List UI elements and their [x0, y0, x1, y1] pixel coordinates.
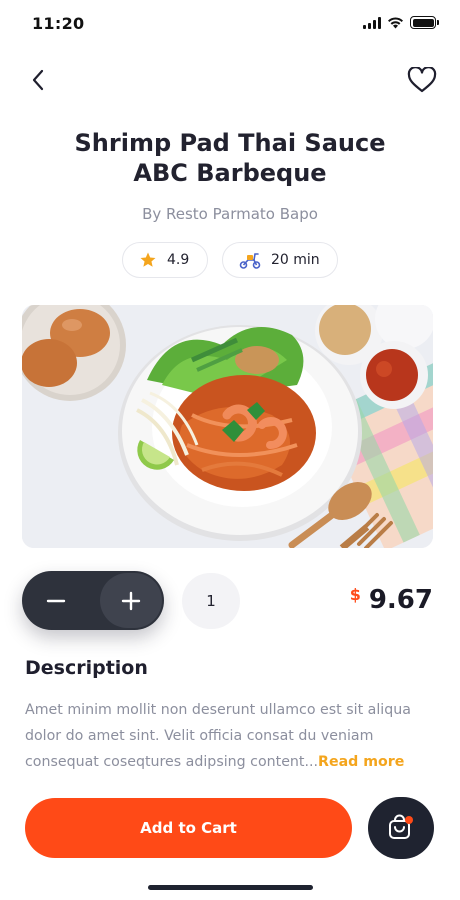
- restaurant-byline: By Resto Parmato Bapo: [142, 205, 318, 223]
- status-bar: 11:20: [0, 0, 460, 50]
- shopping-bag-icon: [389, 814, 413, 839]
- favorite-button[interactable]: [406, 64, 438, 96]
- price: $ 9.67: [350, 585, 433, 615]
- quantity-value: 1: [182, 573, 240, 629]
- cellular-signal-icon: [363, 16, 381, 29]
- battery-icon: [410, 16, 439, 29]
- quantity-stepper: [22, 571, 164, 630]
- product-title: Shrimp Pad Thai Sauce ABC Barbeque: [30, 128, 430, 188]
- product-title-line-2: ABC Barbeque: [133, 159, 327, 187]
- battery-fill: [412, 18, 434, 27]
- description-heading: Description: [25, 657, 148, 679]
- home-indicator[interactable]: [148, 885, 313, 890]
- read-more-link[interactable]: Read more: [318, 754, 404, 770]
- wifi-icon: [388, 17, 403, 29]
- food-photo: [22, 305, 433, 548]
- add-to-cart-button[interactable]: Add to Cart: [25, 798, 352, 858]
- rating-value: 4.9: [167, 252, 190, 268]
- scooter-icon: [239, 253, 261, 269]
- price-value: 9.67: [368, 585, 433, 615]
- plus-icon: [121, 591, 141, 610]
- chevron-left-icon: [32, 69, 44, 91]
- status-icons: [363, 16, 439, 29]
- heart-icon: [407, 67, 437, 93]
- star-icon: [140, 252, 156, 267]
- minus-icon: [46, 599, 66, 602]
- delivery-time-badge: 20 min: [222, 242, 338, 278]
- food-illustration: [22, 305, 433, 548]
- description-text: Amet minim mollit non deserunt ullamco e…: [25, 697, 437, 775]
- status-time: 11:20: [32, 14, 85, 33]
- delivery-time-value: 20 min: [271, 252, 320, 268]
- increase-quantity-button[interactable]: [100, 573, 162, 628]
- price-currency: $: [349, 585, 361, 604]
- rating-badge: 4.9: [122, 242, 208, 278]
- cart-notification-dot: [405, 816, 413, 824]
- decrease-quantity-button[interactable]: [22, 571, 90, 630]
- back-button[interactable]: [22, 64, 54, 96]
- product-title-line-1: Shrimp Pad Thai Sauce: [74, 129, 386, 157]
- cart-button[interactable]: [368, 797, 434, 859]
